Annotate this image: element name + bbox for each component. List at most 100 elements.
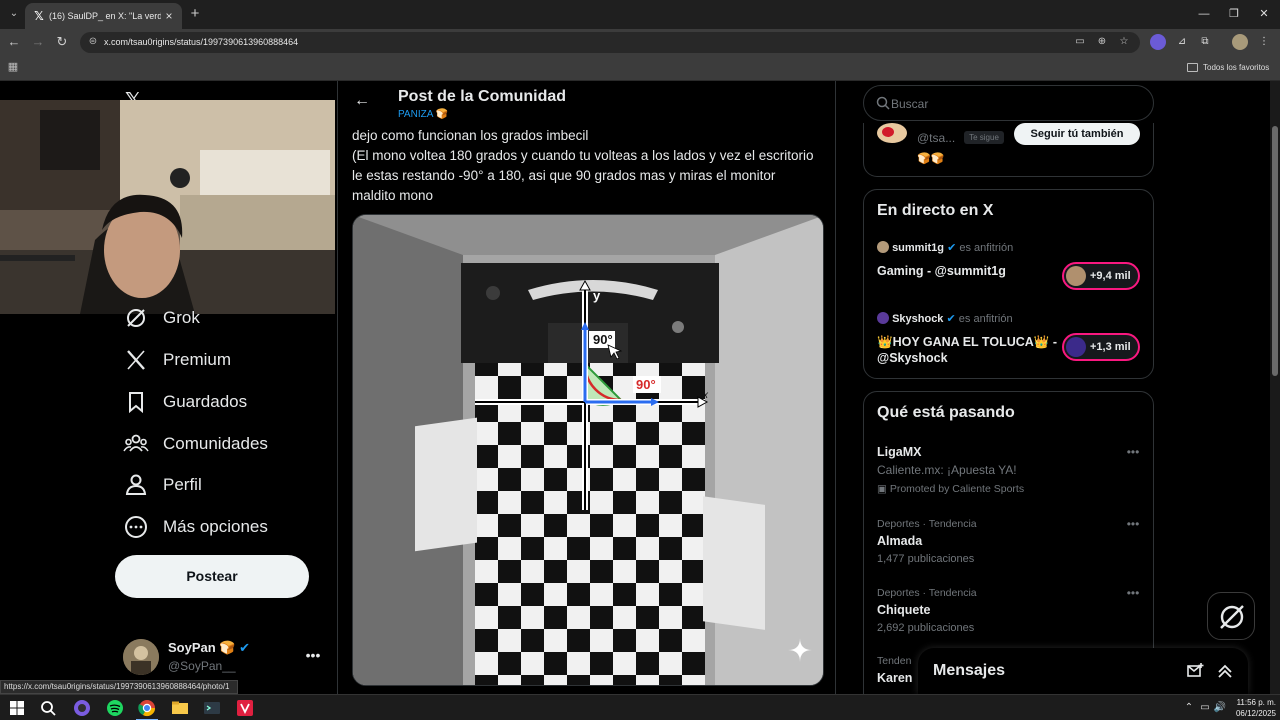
trend-category-2: Deportes · Tendencia [877, 518, 977, 530]
trend-name-3: Chiquete [877, 603, 931, 617]
extension-icon[interactable] [1150, 34, 1166, 50]
bread-emoji-icon: 🍞🍞 [917, 153, 945, 165]
tray-overflow-icon[interactable]: ⌃ [1182, 701, 1196, 715]
grok-floating-button[interactable] [1207, 592, 1255, 640]
post-image[interactable]: 90° 90° y x [352, 214, 824, 686]
windows-taskbar: ⌃ ▭ 🔊 11:56 p. m. 06/12/2025 [0, 694, 1280, 720]
live-listeners-2[interactable]: +1,3 mil [1062, 333, 1140, 361]
forward-icon[interactable]: → [29, 33, 47, 51]
nav-communities[interactable]: Comunidades [123, 429, 323, 459]
browser-tab-bar: ⌄ 𝕏 (16) SaulDP_ en X: "La verdad e × + … [0, 0, 1280, 29]
network-icon[interactable]: ▭ [1198, 701, 1212, 715]
host-avatar [877, 241, 889, 253]
bookmarks-bar: ▦ Todos los favoritos [0, 56, 1280, 81]
new-message-icon[interactable] [1186, 662, 1204, 680]
more-dots-icon[interactable]: ••• [303, 647, 323, 663]
bookmarks-folder[interactable]: Todos los favoritos [1187, 61, 1275, 75]
kebab-menu-icon[interactable]: ⋮ [1256, 34, 1272, 50]
url-text: x.com/tsau0rigins/status/199739061396088… [104, 37, 299, 47]
person-icon [125, 474, 147, 495]
nav-grok[interactable]: Grok [123, 303, 323, 333]
live-title-1[interactable]: Gaming - @summit1g [877, 263, 1057, 279]
post-text: dejo como funcionan los grados imbecil (… [352, 126, 822, 206]
obs-icon[interactable] [73, 699, 91, 717]
file-explorer-icon[interactable] [171, 699, 189, 717]
address-bar[interactable]: ⊜ x.com/tsau0rigins/status/1997390613960… [80, 32, 1140, 53]
suggested-avatar [877, 123, 907, 143]
search-icon [876, 96, 890, 110]
profile-avatar-icon[interactable] [1232, 34, 1248, 50]
expand-up-icon[interactable] [1216, 662, 1234, 680]
more-dots-icon[interactable]: ••• [1124, 446, 1142, 458]
live-card-title: En directo en X [877, 202, 994, 219]
account-switcher[interactable]: SoyPan 🍞 ✔ @SoyPan__ ••• [123, 639, 333, 677]
spotify-icon[interactable] [106, 699, 124, 717]
post-button[interactable]: Postear [115, 555, 309, 598]
taskbar-search-icon[interactable] [39, 699, 57, 717]
chrome-icon[interactable] [138, 699, 156, 717]
install-app-icon[interactable]: ▭ [1072, 35, 1088, 49]
live-host-2[interactable]: Skyshock ✔ es anfitrión [877, 312, 1077, 327]
x-premium-icon [127, 350, 145, 370]
browser-tab[interactable]: 𝕏 (16) SaulDP_ en X: "La verdad e × [25, 3, 182, 29]
image-angle-label-1: 90° [593, 332, 613, 347]
tab-search-icon[interactable]: ⌄ [5, 5, 23, 23]
nav-label-profile: Perfil [163, 475, 202, 494]
image-axis-y: y [593, 288, 601, 303]
clock-date: 06/12/2025 [1235, 709, 1276, 718]
app-icon[interactable] [236, 699, 254, 717]
nav-premium[interactable]: Premium [123, 345, 323, 375]
restore-icon[interactable]: ❐ [1222, 5, 1246, 23]
post-line-1: dejo como funcionan los grados imbecil [352, 128, 589, 143]
site-info-icon[interactable]: ⊜ [86, 35, 100, 49]
live-host-1[interactable]: summit1g ✔ es anfitrión [877, 241, 1077, 256]
terminal-icon[interactable] [203, 699, 221, 717]
live-title-2[interactable]: 👑HOY GANA EL TOLUCA👑 - @Skyshock [877, 334, 1057, 366]
x-page: 𝕏 Grok Premium [0, 81, 1280, 694]
search-input[interactable]: Buscar [863, 85, 1154, 121]
nav-bookmarks[interactable]: Guardados [123, 387, 323, 417]
scrollbar-thumb[interactable] [1272, 126, 1278, 376]
follow-back-button[interactable]: Seguir tú también [1014, 123, 1140, 145]
bookmark-star-icon[interactable]: ☆ [1116, 35, 1132, 49]
verified-badge-icon: ✔ [946, 313, 956, 325]
reload-icon[interactable]: ↻ [53, 33, 71, 51]
volume-icon[interactable]: 🔊 [1213, 701, 1227, 715]
bookmark-icon [129, 392, 143, 414]
system-clock[interactable]: 11:56 p. m. 06/12/2025 [1228, 697, 1276, 719]
verified-badge-icon: ✔ [239, 640, 251, 655]
tab-title: (16) SaulDP_ en X: "La verdad e [49, 11, 161, 21]
verified-badge-icon: ✔ [947, 242, 957, 254]
trends-title: Qué está pasando [877, 404, 1015, 421]
grok-icon [1220, 605, 1244, 629]
community-link[interactable]: PANIZA 🍞 [398, 108, 598, 122]
close-window-icon[interactable]: ✕ [1252, 5, 1276, 23]
minimize-icon[interactable]: — [1192, 5, 1216, 23]
messages-drawer[interactable]: Mensajes [918, 648, 1248, 694]
nav-profile[interactable]: Perfil [123, 470, 323, 500]
extensions-puzzle-icon[interactable]: ⧉ [1197, 34, 1213, 50]
messages-title: Mensajes [933, 662, 1006, 679]
back-arrow-icon[interactable]: ← [352, 91, 372, 111]
nav-more-options[interactable]: Más opciones [123, 512, 323, 542]
trend-name-1: LigaMX [877, 445, 922, 459]
close-tab-icon[interactable]: × [162, 9, 176, 23]
new-tab-icon[interactable]: + [186, 5, 204, 23]
nav-label-grok: Grok [163, 308, 200, 327]
more-dots-icon[interactable]: ••• [1124, 587, 1142, 599]
extension-icon-2[interactable]: ⊿ [1174, 34, 1190, 50]
folder-icon [1187, 63, 1198, 72]
nav-label-communities: Comunidades [163, 434, 268, 453]
windows-start-icon[interactable] [8, 699, 26, 717]
apps-grid-icon[interactable]: ▦ [6, 60, 20, 74]
page-scrollbar[interactable] [1270, 81, 1280, 694]
zoom-icon[interactable]: ⊕ [1094, 35, 1110, 49]
more-dots-icon[interactable]: ••• [1124, 518, 1142, 530]
live-on-x-card: En directo en X summit1g ✔ es anfitrión … [863, 189, 1154, 379]
post-line-2: (El mono voltea 180 grados y cuando tu v… [352, 148, 814, 203]
listener-avatar [1066, 337, 1086, 357]
back-icon[interactable]: ← [5, 33, 23, 51]
live-count-2: +1,3 mil [1090, 341, 1131, 353]
nav-label-more-options: Más opciones [163, 517, 268, 536]
live-listeners-1[interactable]: +9,4 mil [1062, 262, 1140, 290]
